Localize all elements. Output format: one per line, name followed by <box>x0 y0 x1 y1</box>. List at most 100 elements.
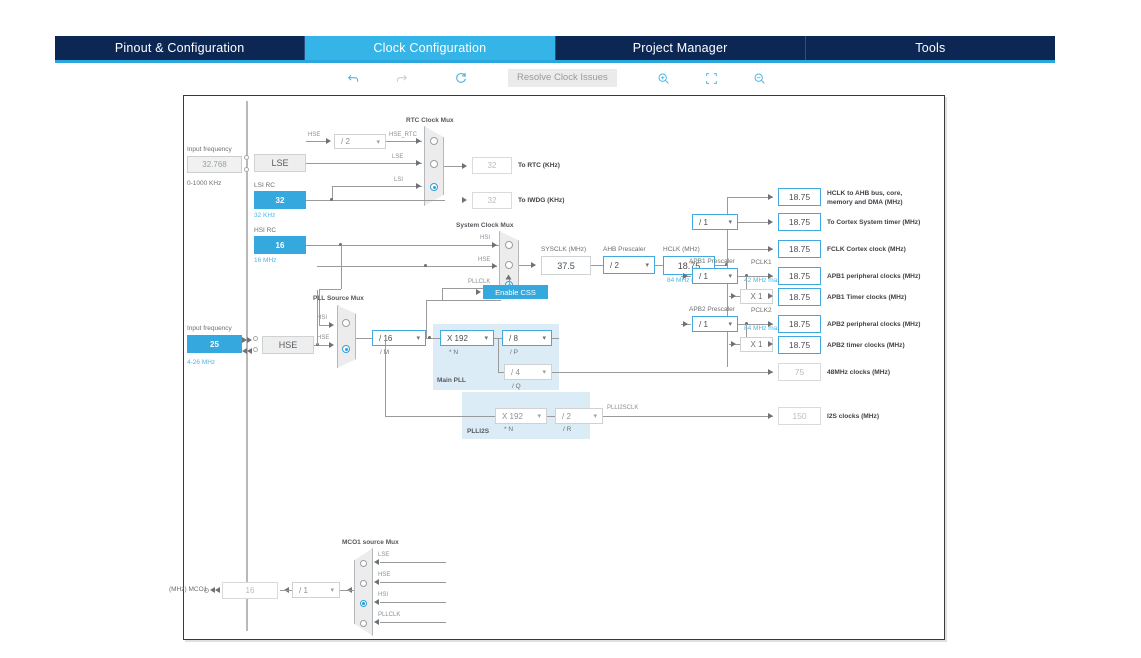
system-mux-option-hsi[interactable] <box>505 241 513 249</box>
wire-hse-to-sysmux <box>317 266 497 267</box>
plli2s-n-select[interactable]: X 192 ▾ <box>495 408 547 424</box>
hsi-rc-value[interactable]: 16 <box>254 236 306 254</box>
ahb-prescaler-select[interactable]: / 2 ▾ <box>603 256 655 274</box>
mco1-mux-option-hsi[interactable] <box>360 600 367 607</box>
tab-label: Tools <box>915 41 946 55</box>
arrow-sysclk-in <box>531 262 536 268</box>
hse-rtc-divider-select[interactable]: / 2 ▾ <box>334 134 386 149</box>
hse-input-range-label: 4-26 MHz <box>187 359 216 366</box>
main-pll-p-label: / P <box>510 349 518 356</box>
plli2s-r-select[interactable]: / 2 ▾ <box>555 408 603 424</box>
output-label-i2s: I2S clocks (MHz) <box>827 413 880 420</box>
mco1-mux-option-hse[interactable] <box>360 580 367 587</box>
hse-input-frequency-field[interactable]: 25 <box>187 335 242 353</box>
chevron-down-icon: ▾ <box>542 335 546 342</box>
fit-to-screen-icon[interactable] <box>699 67 725 89</box>
wire-mco1-hsi <box>380 602 446 603</box>
wire-cortex-out <box>738 222 768 223</box>
hse-in-arrow2 <box>247 337 252 343</box>
arrow-out3 <box>768 246 773 252</box>
rtc-clock-mux[interactable] <box>424 126 444 206</box>
enable-css-button[interactable]: Enable CSS <box>483 285 548 299</box>
pll-mux-option-hsi[interactable] <box>342 319 350 327</box>
main-pll-n-label: * N <box>449 349 459 356</box>
mco1-pllclk-label: PLLCLK <box>378 612 401 618</box>
arrow-mco1-out2 <box>210 587 215 593</box>
mco1-source-mux[interactable] <box>354 548 373 636</box>
plli2s-r-label: / R <box>563 426 572 433</box>
wire-pllclk-up <box>426 300 427 338</box>
chevron-down-icon: ▾ <box>728 321 732 328</box>
undo-icon[interactable] <box>340 67 366 89</box>
hse-pin-bottom <box>253 347 258 352</box>
arrow-out6 <box>768 321 773 327</box>
output-value-cortex-timer: 18.75 <box>778 213 821 231</box>
main-pll-q-select[interactable]: / 4 ▾ <box>504 364 552 380</box>
tab-clock-configuration[interactable]: Clock Configuration <box>305 36 556 60</box>
refresh-icon[interactable] <box>448 67 474 89</box>
tab-label: Clock Configuration <box>373 41 487 55</box>
mco1-source-mux-title: MCO1 source Mux <box>342 539 399 546</box>
hse-input-frequency-label: Input frequency <box>187 325 232 332</box>
lse-input-frequency-label: Input frequency <box>187 146 232 153</box>
redo-icon[interactable] <box>388 67 414 89</box>
arrow-out9 <box>768 413 773 419</box>
arrow-rtcmux-in2 <box>416 183 421 189</box>
arrow-pllmux-hse <box>329 342 334 348</box>
wire-mco1-hse <box>380 582 446 583</box>
pll-mux-option-hse[interactable] <box>342 345 350 353</box>
output-value-apb1-periph: 18.75 <box>778 267 821 285</box>
system-mux-option-hse[interactable] <box>505 261 513 269</box>
tab-tools[interactable]: Tools <box>805 36 1055 60</box>
output-value-fclk: 18.75 <box>778 240 821 258</box>
arrow-to-iwdg <box>462 197 467 203</box>
output-value-apb2-timer: 18.75 <box>778 336 821 354</box>
hse-rtc-in-label: HSE <box>308 132 321 138</box>
apb2-prescaler-value: / 1 <box>699 319 708 329</box>
tab-pinout-configuration[interactable]: Pinout & Configuration <box>55 36 306 60</box>
lse-input-range-label: 0-1000 KHz <box>187 180 222 187</box>
apb2-prescaler-select[interactable]: / 1 ▾ <box>692 316 738 332</box>
hse-rtc-out-label: HSE_RTC <box>389 132 417 138</box>
to-rtc-label: To RTC (KHz) <box>518 162 560 169</box>
wire-plli2s-n-to-r <box>547 416 555 417</box>
arrow-apb2-pre-in <box>683 321 688 327</box>
rtc-mux-option-lse[interactable] <box>430 160 438 168</box>
output-value-apb2-periph: 18.75 <box>778 315 821 333</box>
arrow-to-rtc <box>462 163 467 169</box>
clock-tree-canvas[interactable]: Input frequency 32.768 0-1000 KHz LSE LS… <box>169 95 945 640</box>
hsi-rc-title: HSI RC <box>254 227 277 234</box>
pclk2-title: PCLK2 <box>751 307 772 314</box>
apb1-prescaler-select[interactable]: / 1 ▾ <box>692 268 738 284</box>
resolve-clock-issues-button[interactable]: Resolve Clock Issues <box>508 69 617 87</box>
main-pll-p-select[interactable]: / 8 ▾ <box>502 330 552 346</box>
main-tab-bar: Pinout & Configuration Clock Configurati… <box>55 36 1055 60</box>
cortex-prescaler-select[interactable]: / 1 ▾ <box>692 214 738 230</box>
mco1-mux-option-pllclk[interactable] <box>360 620 367 627</box>
zoom-in-icon[interactable] <box>651 67 677 89</box>
mco1-mux-option-lse[interactable] <box>360 560 367 567</box>
zoom-out-icon[interactable] <box>747 67 773 89</box>
arrow-rtcmux-in1 <box>416 160 421 166</box>
pll-m-select[interactable]: / 16 ▾ <box>372 330 426 346</box>
plli2s-n-label: * N <box>504 426 514 433</box>
mco1-divider-select[interactable]: / 1 ▾ <box>292 582 340 598</box>
pclk2-max-label: 84 MHz max <box>744 325 781 332</box>
main-pll-q-label: / Q <box>512 383 521 390</box>
to-iwdg-label: To IWDG (KHz) <box>518 197 565 204</box>
lse-input-frequency-field[interactable]: 32.768 <box>187 156 242 173</box>
rtc-mux-option-hse-rtc[interactable] <box>430 137 438 145</box>
ahb-prescaler-value: / 2 <box>610 260 619 270</box>
chevron-down-icon: ▾ <box>330 587 334 594</box>
rtc-mux-option-lsi[interactable] <box>430 183 438 191</box>
lsi-rc-value[interactable]: 32 <box>254 191 306 209</box>
pll-source-mux[interactable] <box>337 305 356 368</box>
cortex-prescaler-value: / 1 <box>699 217 708 227</box>
wire-pllclk-top <box>426 300 501 301</box>
tab-project-manager[interactable]: Project Manager <box>555 36 806 60</box>
main-pll-n-select[interactable]: X 192 ▾ <box>440 330 494 346</box>
wire-q-to-48mhz <box>552 372 773 373</box>
arrow-mco1-hsi <box>374 599 379 605</box>
arrow-mco1-lse <box>374 559 379 565</box>
hse-out-arrow2 <box>247 348 252 354</box>
